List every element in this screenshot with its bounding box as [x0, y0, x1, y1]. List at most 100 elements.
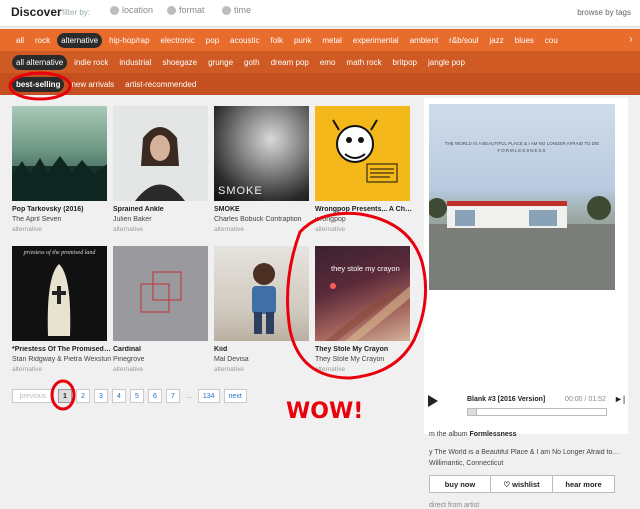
album-artist[interactable]: wrongpop [315, 216, 415, 223]
genre-tab[interactable]: acoustic [226, 33, 263, 48]
page-button-last[interactable]: 134 [197, 389, 220, 403]
sort-tab[interactable]: new arrivals [67, 77, 118, 92]
genre-tab[interactable]: blues [511, 33, 538, 48]
next-page-button[interactable]: next [223, 389, 247, 403]
album-art[interactable] [113, 246, 208, 341]
page-button[interactable]: 7 [166, 389, 180, 403]
album-title[interactable]: Cardinal [113, 346, 213, 353]
sort-tab[interactable]: artist-recommended [121, 77, 200, 92]
album-genre: alternative [113, 226, 143, 233]
genre-tab[interactable]: r&b/soul [445, 33, 482, 48]
album-artist[interactable]: Charles Bobuck Contraption [214, 216, 314, 223]
album-art[interactable] [113, 106, 208, 201]
sort-tabs: best-selling new arrivals artist-recomme… [0, 73, 640, 95]
album-art[interactable]: SMOKE [214, 106, 309, 201]
subgenre-tab[interactable]: shoegaze [158, 55, 201, 70]
album-art-squares [140, 271, 182, 313]
genre-tab[interactable]: folk [267, 33, 287, 48]
subgenre-tab[interactable]: jangle pop [424, 55, 469, 70]
page-button-current[interactable]: 1 [58, 389, 72, 403]
genre-tab[interactable]: jazz [486, 33, 508, 48]
album-artist[interactable]: Stan Ridgway & Pietra Wexstun [12, 356, 112, 363]
genre-tab[interactable]: metal [318, 33, 346, 48]
album-title[interactable]: SMOKE [214, 206, 314, 213]
page-button[interactable]: 4 [112, 389, 126, 403]
subgenre-tab[interactable]: math rock [342, 55, 385, 70]
filter-time[interactable]: time [222, 5, 251, 15]
genre-tab[interactable]: electronic [157, 33, 199, 48]
hear-more-button[interactable]: hear more [553, 475, 615, 493]
album-card[interactable]: Kiid Mal Devisa alternative [214, 246, 309, 373]
play-icon[interactable] [428, 395, 438, 407]
page-button[interactable]: 6 [148, 389, 162, 403]
genre-tab[interactable]: ambient [406, 33, 442, 48]
album-genre: alternative [214, 366, 244, 373]
genre-tab[interactable]: cou [541, 33, 562, 48]
genre-tab[interactable]: rock [31, 33, 54, 48]
genre-tab[interactable]: pop [202, 33, 223, 48]
sort-tab-selected[interactable]: best-selling [12, 76, 65, 92]
album-card[interactable]: Pop Tarkovsky (2016) The April Seven alt… [12, 106, 107, 233]
album-artist[interactable]: Julien Baker [113, 216, 213, 223]
album-artist[interactable]: The April Seven [12, 216, 112, 223]
album-art[interactable]: priestess of the promised land [12, 246, 107, 341]
filter-format[interactable]: format [167, 5, 205, 15]
album-card[interactable]: Cardinal Pinegrove alternative [113, 246, 208, 373]
album-art-figure [47, 264, 71, 336]
album-artist[interactable]: Mal Devisa [214, 356, 314, 363]
subgenre-tab[interactable]: industrial [115, 55, 155, 70]
album-card[interactable]: they stole my crayon They Stole My Crayo… [315, 246, 410, 373]
album-title[interactable]: Wrongpop Presents... A Ch… [315, 206, 415, 213]
artist-location: Willimantic, Connecticut [429, 460, 504, 467]
subgenre-tab[interactable]: dream pop [267, 55, 313, 70]
genre-tab[interactable]: hip-hop/rap [105, 33, 153, 48]
album-art[interactable]: they stole my crayon [315, 246, 410, 341]
album-title[interactable]: They Stole My Crayon [315, 346, 415, 353]
album-art-streaks [325, 283, 410, 341]
album-title[interactable]: Kiid [214, 346, 314, 353]
album-link[interactable]: Formlessness [469, 431, 516, 438]
genre-tab[interactable]: all [12, 33, 28, 48]
album-title[interactable]: Sprained Ankle [113, 206, 213, 213]
genre-tab[interactable]: experimental [349, 33, 403, 48]
album-art[interactable] [315, 106, 410, 201]
album-artist[interactable]: Pinegrove [113, 356, 213, 363]
album-card[interactable]: SMOKE SMOKE Charles Bobuck Contraption a… [214, 106, 309, 233]
subgenre-tab[interactable]: goth [240, 55, 264, 70]
filter-location[interactable]: location [110, 5, 153, 15]
clock-icon [222, 5, 231, 15]
genre-tab[interactable]: punk [290, 33, 315, 48]
artist-byline[interactable]: y The World is a Beautiful Place & I am … [429, 449, 625, 456]
subgenre-tab[interactable]: indie rock [70, 55, 112, 70]
album-card[interactable]: Sprained Ankle Julien Baker alternative [113, 106, 208, 233]
buy-now-button[interactable]: buy now [429, 475, 491, 493]
track-title: Blank #3 [2016 Version] [467, 396, 546, 403]
subgenre-tab-selected[interactable]: all alternative [12, 54, 68, 70]
page-button[interactable]: 3 [94, 389, 108, 403]
player-album-cover[interactable]: THE WORLD IS A BEAUTIFUL PLACE & I AM NO… [429, 104, 615, 290]
album-title[interactable]: *Priestess Of The Promised… [12, 346, 112, 353]
wishlist-button[interactable]: ♡ wishlist [491, 475, 553, 493]
album-art[interactable] [12, 106, 107, 201]
chevron-right-icon[interactable]: › [622, 29, 640, 51]
progress-handle[interactable] [468, 409, 477, 415]
album-card[interactable]: Wrongpop Presents... A Ch… wrongpop alte… [315, 106, 412, 233]
subgenre-tab[interactable]: emo [316, 55, 340, 70]
album-title[interactable]: Pop Tarkovsky (2016) [12, 206, 112, 213]
album-card[interactable]: priestess of the promised land *Priestes… [12, 246, 111, 373]
page-button[interactable]: 2 [76, 389, 90, 403]
browse-by-tags-link[interactable]: browse by tags [577, 8, 631, 17]
page-title: Discover [11, 5, 62, 19]
previous-page-button: previous [12, 389, 54, 403]
annotation-wow-text: WOW! [286, 399, 363, 424]
page-button[interactable]: 5 [130, 389, 144, 403]
album-art-child [252, 263, 276, 334]
album-art[interactable] [214, 246, 309, 341]
genre-tab-selected[interactable]: alternative [57, 32, 103, 48]
subgenre-tab[interactable]: britpop [389, 55, 421, 70]
album-art-portrait [135, 127, 185, 201]
album-artist[interactable]: They Stole My Crayon [315, 356, 415, 363]
next-track-icon[interactable]: ►| [614, 394, 625, 404]
subgenre-tab[interactable]: grunge [204, 55, 237, 70]
track-progress-bar[interactable] [467, 408, 607, 416]
